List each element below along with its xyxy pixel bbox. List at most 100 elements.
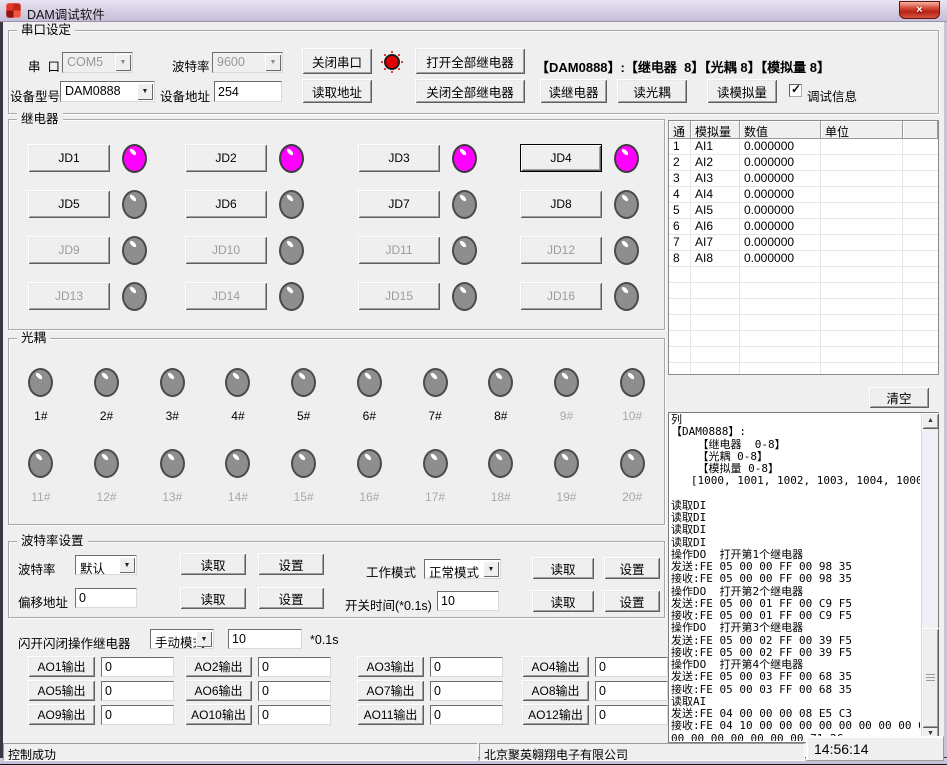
table-row[interactable]: 5 AI5 0.000000	[669, 203, 938, 219]
title-bar[interactable]: DAM调试软件 ×	[0, 0, 947, 22]
relay-cell: JD13	[28, 282, 185, 310]
analog-output-button[interactable]: AO9输出	[28, 704, 95, 725]
chevron-down-icon[interactable]: ▼	[115, 54, 131, 71]
analog-output-input[interactable]	[101, 705, 174, 725]
analog-output-input[interactable]	[430, 681, 503, 701]
table-header-cell[interactable]	[903, 121, 938, 139]
analog-output-input[interactable]	[595, 705, 668, 725]
offset-set-button[interactable]: 设置	[258, 587, 324, 609]
relay-button[interactable]: JD4	[520, 144, 602, 172]
analog-output-button[interactable]: AO2输出	[185, 656, 252, 677]
relay-button[interactable]: JD13	[28, 282, 110, 310]
scrollbar-thumb[interactable]	[922, 628, 939, 728]
relay-button[interactable]: JD5	[28, 190, 110, 218]
analog-output-input[interactable]	[430, 705, 503, 725]
analog-output-button[interactable]: AO8输出	[522, 680, 589, 701]
analog-output-button[interactable]: AO5输出	[28, 680, 95, 701]
analog-output-input[interactable]	[430, 657, 503, 677]
table-row[interactable]: 3 AI3 0.000000	[669, 171, 938, 187]
analog-output-button[interactable]: AO7输出	[357, 680, 424, 701]
relay-button[interactable]: JD1	[28, 144, 110, 172]
analog-output-button[interactable]: AO6输出	[185, 680, 252, 701]
opto-led-icon	[225, 368, 250, 397]
read-addr-button[interactable]: 读取地址	[302, 79, 372, 103]
relay-button[interactable]: JD14	[185, 282, 267, 310]
cell-channel: 4	[669, 187, 691, 203]
relay-button[interactable]: JD10	[185, 236, 267, 264]
device-addr-label: 设备地址	[160, 86, 210, 105]
analog-output-button[interactable]: AO1输出	[28, 656, 95, 677]
table-row[interactable]: 7 AI7 0.000000	[669, 235, 938, 251]
relay-button[interactable]: JD12	[520, 236, 602, 264]
table-row[interactable]: 6 AI6 0.000000	[669, 219, 938, 235]
analog-output-input[interactable]	[595, 657, 668, 677]
switch-time-input[interactable]	[437, 591, 499, 611]
chevron-down-icon[interactable]: ▼	[196, 631, 212, 647]
opto-label: 15#	[294, 491, 314, 504]
relay-button[interactable]: JD3	[358, 144, 440, 172]
close-button[interactable]: ×	[899, 1, 940, 19]
switch-time-set-button[interactable]: 设置	[604, 590, 660, 612]
analog-output-input[interactable]	[258, 681, 331, 701]
table-header-cell[interactable]: 模拟量	[691, 121, 740, 139]
analog-output-button[interactable]: AO10输出	[185, 704, 252, 725]
analog-output-button[interactable]: AO3输出	[357, 656, 424, 677]
table-row[interactable]: 4 AI4 0.000000	[669, 187, 938, 203]
offset-addr-input[interactable]	[75, 588, 137, 608]
analog-output-button[interactable]: AO12输出	[522, 704, 589, 725]
table-row[interactable]: 2 AI2 0.000000	[669, 155, 938, 171]
analog-output-input[interactable]	[101, 681, 174, 701]
offset-read-button[interactable]: 读取	[180, 587, 246, 609]
open-all-relays-button[interactable]: 打开全部继电器	[415, 48, 525, 74]
analog-output-input[interactable]	[101, 657, 174, 677]
read-analog-button[interactable]: 读模拟量	[707, 79, 777, 103]
table-header-cell[interactable]: 单位	[821, 121, 903, 139]
relay-button[interactable]: JD15	[358, 282, 440, 310]
cell-filler	[903, 187, 938, 203]
log-scrollbar[interactable]: ▲ ▼	[921, 413, 938, 742]
flash-mode-select[interactable]: 手动模式 ▼	[150, 629, 214, 649]
analog-output-button[interactable]: AO11输出	[357, 704, 424, 725]
work-mode-set-button[interactable]: 设置	[604, 557, 660, 579]
cell-unit	[821, 251, 903, 267]
com-port-select[interactable]: COM5 ▼	[62, 52, 133, 73]
clear-log-button[interactable]: 清空	[869, 387, 929, 408]
analog-output-input[interactable]	[258, 657, 331, 677]
table-header-cell[interactable]: 通	[669, 121, 691, 139]
read-relay-button[interactable]: 读继电器	[540, 79, 607, 103]
debug-info-checkbox[interactable]: ✓	[789, 84, 802, 97]
baudrate-set-button[interactable]: 设置	[258, 553, 324, 575]
relay-button[interactable]: JD7	[358, 190, 440, 218]
chevron-down-icon[interactable]: ▼	[119, 557, 135, 573]
table-row[interactable]: 1 AI1 0.000000	[669, 139, 938, 155]
read-opto-button[interactable]: 读光耦	[617, 79, 687, 103]
baudrate-select[interactable]: 默认 ▼	[75, 555, 137, 575]
analog-output-button[interactable]: AO4输出	[522, 656, 589, 677]
baud-select[interactable]: 9600 ▼	[212, 52, 283, 73]
switch-time-read-button[interactable]: 读取	[532, 590, 594, 612]
chevron-down-icon[interactable]: ▼	[137, 83, 153, 100]
work-mode-read-button[interactable]: 读取	[532, 557, 594, 579]
relay-button[interactable]: JD11	[358, 236, 440, 264]
flash-time-input[interactable]	[228, 629, 302, 649]
chevron-down-icon[interactable]: ▼	[483, 561, 499, 577]
device-addr-input[interactable]	[214, 81, 282, 102]
chevron-down-icon[interactable]: ▼	[265, 54, 281, 71]
analog-output-input[interactable]	[595, 681, 668, 701]
baudrate-read-button[interactable]: 读取	[180, 553, 246, 575]
relay-button[interactable]: JD9	[28, 236, 110, 264]
relay-button[interactable]: JD8	[520, 190, 602, 218]
close-all-relays-button[interactable]: 关闭全部继电器	[415, 79, 525, 103]
work-mode-select[interactable]: 正常模式 ▼	[424, 559, 501, 579]
opto-cell: 6#	[336, 368, 402, 423]
opto-led-icon	[554, 449, 579, 478]
scroll-up-icon[interactable]: ▲	[922, 413, 939, 429]
relay-button[interactable]: JD2	[185, 144, 267, 172]
close-serial-button[interactable]: 关闭串口	[302, 48, 372, 74]
relay-button[interactable]: JD16	[520, 282, 602, 310]
analog-output-input[interactable]	[258, 705, 331, 725]
table-row[interactable]: 8 AI8 0.000000	[669, 251, 938, 267]
table-header-cell[interactable]: 数值	[740, 121, 821, 139]
device-model-select[interactable]: DAM0888 ▼	[60, 81, 155, 102]
relay-button[interactable]: JD6	[185, 190, 267, 218]
